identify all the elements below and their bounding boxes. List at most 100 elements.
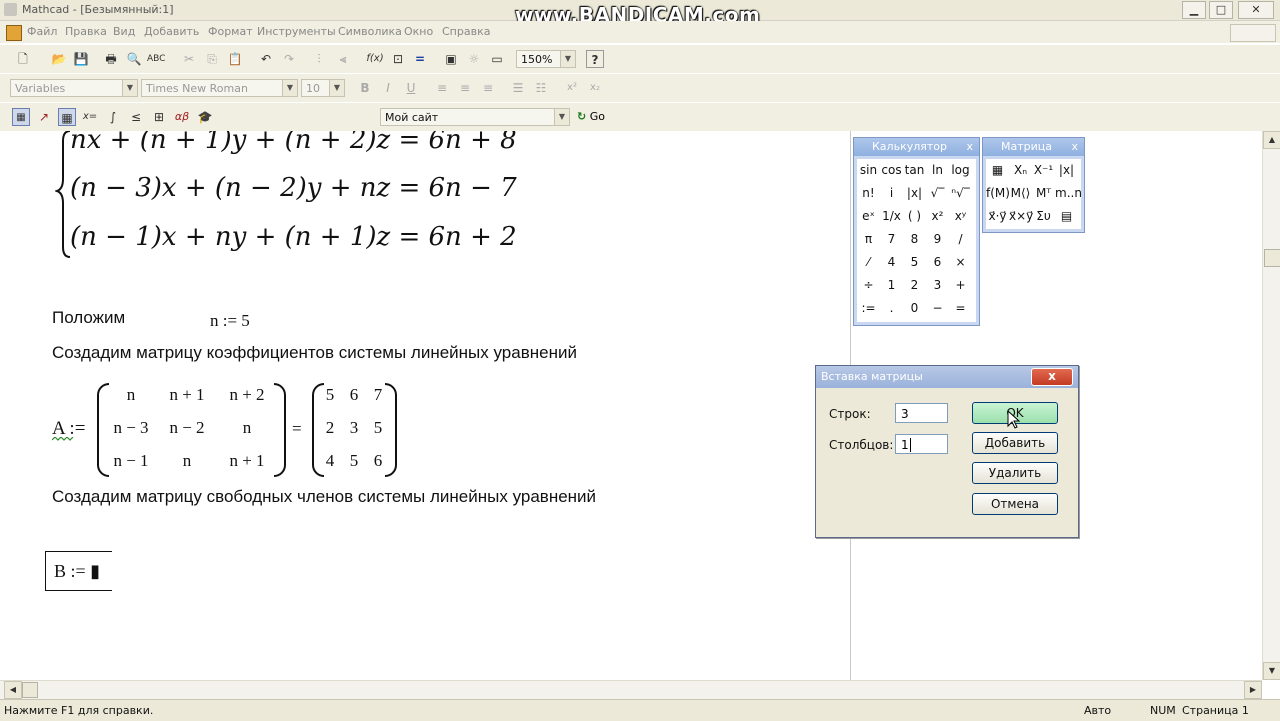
- symbolic-toolbar-icon[interactable]: 🎓: [196, 108, 214, 126]
- mdi-controls[interactable]: [1230, 24, 1276, 42]
- calculus-toolbar-icon[interactable]: ∫: [104, 108, 122, 126]
- matrix-palette-key[interactable]: Xₙ: [1009, 159, 1032, 182]
- horizontal-scroll-thumb[interactable]: [22, 682, 38, 698]
- calculator-key[interactable]: x²: [926, 205, 949, 228]
- close-icon[interactable]: x: [1071, 138, 1078, 156]
- calculator-key[interactable]: 3: [926, 274, 949, 297]
- matrix-palette-key[interactable]: X⁻¹: [1032, 159, 1055, 182]
- equation-1[interactable]: nx + (n + 1)y + (n + 2)z = 6n + 8: [70, 131, 517, 155]
- doc-icon[interactable]: [6, 25, 22, 41]
- calculator-key[interactable]: +: [949, 274, 972, 297]
- menu-edit[interactable]: Правка: [65, 25, 107, 38]
- spell-check-icon[interactable]: ABC: [147, 50, 165, 68]
- matrix-palette-key[interactable]: |x|: [1055, 159, 1078, 182]
- calculator-title-bar[interactable]: Калькулятор x: [854, 138, 979, 156]
- italic-icon[interactable]: I: [379, 79, 397, 97]
- matrix-toolbar-icon[interactable]: ▦: [58, 108, 76, 126]
- cut-icon[interactable]: ✂: [180, 50, 198, 68]
- b-assignment[interactable]: B := ▮: [54, 561, 100, 582]
- matrix-palette-key[interactable]: f(M): [986, 182, 1010, 205]
- insert-unit-icon[interactable]: ⊡: [389, 50, 407, 68]
- calculator-key[interactable]: 0: [903, 297, 926, 320]
- menu-window[interactable]: Окно: [404, 25, 433, 38]
- calculator-key[interactable]: i: [880, 182, 903, 205]
- resource-icon[interactable]: ☼: [465, 50, 483, 68]
- calculator-key[interactable]: ln: [926, 159, 949, 182]
- matrix-palette-key[interactable]: m..n: [1055, 182, 1082, 205]
- numbering-icon[interactable]: ☷: [532, 79, 550, 97]
- maximize-button[interactable]: □: [1209, 1, 1233, 19]
- calculator-key[interactable]: /: [949, 228, 972, 251]
- menu-format[interactable]: Формат: [208, 25, 253, 38]
- matrix-palette-key[interactable]: ▤: [1055, 205, 1078, 228]
- scroll-right-icon[interactable]: ▶: [1244, 681, 1262, 699]
- font-select[interactable]: Times New Roman ▼: [141, 79, 298, 97]
- calculator-key[interactable]: 6: [926, 251, 949, 274]
- minimize-button[interactable]: ▁: [1182, 1, 1206, 19]
- superscript-icon[interactable]: x²: [563, 79, 581, 97]
- matrix-palette-key[interactable]: x⃗×y⃗: [1009, 205, 1033, 228]
- calculate-icon[interactable]: =: [411, 50, 429, 68]
- scroll-up-icon[interactable]: ▲: [1263, 131, 1280, 149]
- calculator-key[interactable]: 1: [880, 274, 903, 297]
- matrix-palette-key[interactable]: x⃗·y⃗: [986, 205, 1009, 228]
- underline-icon[interactable]: U: [402, 79, 420, 97]
- menu-insert[interactable]: Добавить: [144, 25, 199, 38]
- matrix-palette-key[interactable]: Mᵀ: [1032, 182, 1055, 205]
- calculator-key[interactable]: ⁿ√‾: [949, 182, 972, 205]
- b-region[interactable]: B := ▮: [45, 551, 112, 591]
- insert-function-icon[interactable]: f(x): [366, 50, 384, 68]
- calculator-key[interactable]: 8: [903, 228, 926, 251]
- redo-icon[interactable]: ↷: [280, 50, 298, 68]
- preview-icon[interactable]: 🔍: [125, 50, 143, 68]
- calculator-key[interactable]: ÷: [857, 274, 880, 297]
- calculator-key[interactable]: 9: [926, 228, 949, 251]
- remove-button[interactable]: Удалить: [972, 462, 1058, 484]
- calculator-key[interactable]: tan: [903, 159, 926, 182]
- n-assignment[interactable]: n := 5: [210, 311, 250, 331]
- menu-tools[interactable]: Инструменты: [257, 25, 336, 38]
- align-down-icon[interactable]: ⫷: [334, 50, 352, 68]
- calculator-key[interactable]: ×: [949, 251, 972, 274]
- bold-icon[interactable]: B: [356, 79, 374, 97]
- style-select[interactable]: Variables ▼: [10, 79, 138, 97]
- zoom-select[interactable]: 150% ▼: [516, 50, 576, 68]
- calculator-key[interactable]: eˣ: [857, 205, 880, 228]
- calculator-toolbar-icon[interactable]: ▦: [12, 108, 30, 126]
- close-icon[interactable]: x: [966, 138, 973, 156]
- calculator-key[interactable]: 5: [903, 251, 926, 274]
- equation-2[interactable]: (n − 3)x + (n − 2)y + nz = 6n − 7: [70, 173, 517, 203]
- new-icon[interactable]: 🗋: [14, 50, 32, 68]
- matrix-palette-key[interactable]: M⟨⟩: [1009, 182, 1032, 205]
- save-icon[interactable]: 💾: [72, 50, 90, 68]
- matrix-title-bar[interactable]: Матрица x: [983, 138, 1084, 156]
- calculator-key[interactable]: sin: [857, 159, 880, 182]
- boolean-toolbar-icon[interactable]: ≤: [127, 108, 145, 126]
- close-window-button[interactable]: ✕: [1238, 1, 1274, 19]
- paste-icon[interactable]: 📋: [226, 50, 244, 68]
- scroll-down-icon[interactable]: ▼: [1263, 662, 1280, 680]
- copy-icon[interactable]: ⎘: [203, 50, 221, 68]
- calculator-key[interactable]: √‾: [926, 182, 949, 205]
- calculator-key[interactable]: 7: [880, 228, 903, 251]
- calculator-key[interactable]: π: [857, 228, 880, 251]
- vertical-scroll-thumb[interactable]: [1264, 249, 1280, 267]
- rows-input[interactable]: 3: [895, 403, 948, 423]
- scroll-left-icon[interactable]: ◀: [4, 681, 22, 699]
- undo-icon[interactable]: ↶: [257, 50, 275, 68]
- greek-toolbar-icon[interactable]: αβ: [173, 108, 191, 126]
- calculator-key[interactable]: cos: [880, 159, 903, 182]
- calculator-key[interactable]: ( ): [903, 205, 926, 228]
- open-icon[interactable]: 📂: [50, 50, 68, 68]
- vertical-scrollbar[interactable]: ▲ ▼: [1262, 131, 1280, 680]
- evaluation-toolbar-icon[interactable]: x=: [81, 108, 99, 126]
- cols-input[interactable]: 1: [895, 434, 948, 454]
- align-icon[interactable]: ⫶: [310, 50, 328, 68]
- graph-toolbar-icon[interactable]: ↗: [35, 108, 53, 126]
- calculator-key[interactable]: :=: [857, 297, 880, 320]
- align-center-icon[interactable]: ≡: [456, 79, 474, 97]
- add-button[interactable]: Добавить: [972, 432, 1058, 454]
- help-icon[interactable]: ?: [586, 50, 604, 68]
- print-icon[interactable]: 🖶: [102, 50, 120, 68]
- calculator-key[interactable]: 1/x: [880, 205, 903, 228]
